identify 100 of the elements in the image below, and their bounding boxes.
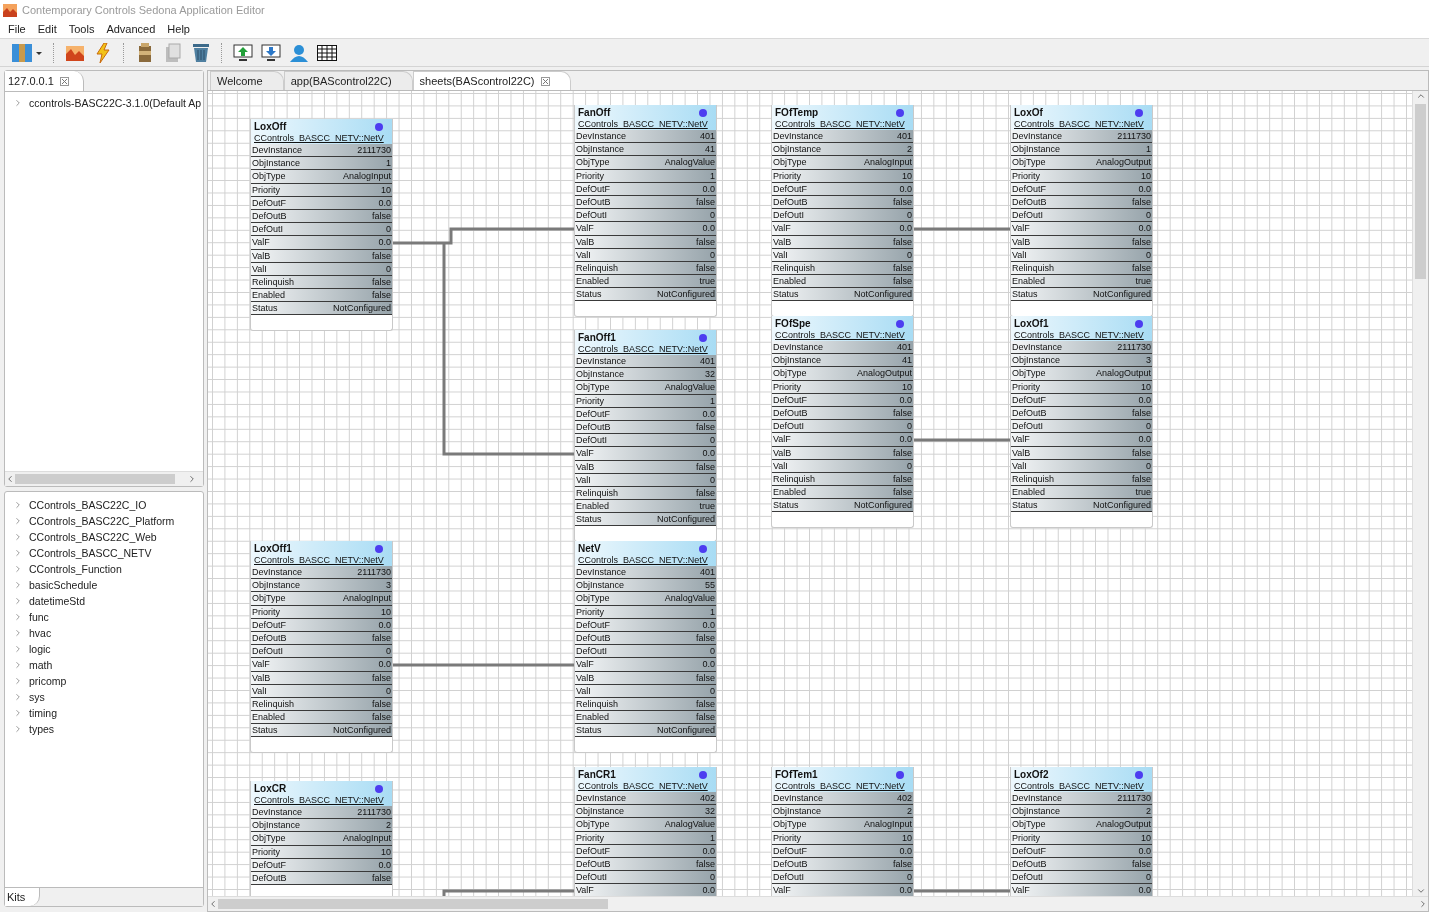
tree-item[interactable]: basicSchedule bbox=[29, 578, 98, 591]
menu-item[interactable]: Tools bbox=[62, 23, 101, 35]
property-label: ObjInstance bbox=[252, 820, 301, 831]
tree-item[interactable]: CControls_BASC22C_Platform bbox=[29, 514, 175, 527]
property-value: false bbox=[1132, 262, 1151, 273]
tree-item[interactable]: CControls_BASCC_NETV bbox=[29, 546, 152, 559]
menu-item[interactable]: File bbox=[2, 23, 32, 35]
property-label: ObjInstance bbox=[773, 144, 822, 155]
horizontal-scrollbar[interactable] bbox=[208, 896, 1428, 911]
editor-tab[interactable]: Welcome bbox=[210, 71, 284, 90]
component-block[interactable] bbox=[574, 330, 717, 543]
component-block[interactable] bbox=[771, 105, 914, 318]
expand-icon[interactable] bbox=[13, 531, 23, 542]
expand-icon[interactable] bbox=[13, 97, 23, 108]
tree-item[interactable]: ccontrols-BASC22C-3.1.0(Default Ap bbox=[29, 96, 202, 109]
property-label: ObjInstance bbox=[1012, 144, 1061, 155]
component-block[interactable] bbox=[574, 105, 717, 318]
component-block[interactable] bbox=[250, 119, 393, 332]
scroll-right-icon[interactable] bbox=[187, 474, 197, 484]
vertical-scrollbar[interactable] bbox=[1412, 91, 1428, 896]
tree-item[interactable]: timing bbox=[29, 706, 57, 719]
expand-icon[interactable] bbox=[13, 691, 23, 702]
tree-item[interactable]: CControls_Function bbox=[29, 562, 122, 575]
close-icon[interactable] bbox=[540, 76, 550, 86]
property-label: Priority bbox=[1012, 381, 1040, 392]
component-block[interactable]: LoxOf2 CControls_BASCC_NETV::NetV DevInstance 2111730 ObjInstance 2 ObjType AnalogOutput Priority 10 DefOutF 0.0 DefOutB false DefOutI 0 ValF 0.0 bbox=[1010, 767, 1153, 896]
property-value: 0 bbox=[1146, 460, 1151, 471]
component-block[interactable]: LoxCR CControls_BASCC_NETV::NetV DevInstance 2111730 ObjInstance 2 ObjType AnalogInput Priority 10 DefOutF 0.0 DefOutB false bbox=[250, 781, 393, 896]
scroll-left-icon[interactable] bbox=[208, 899, 218, 909]
property-value: false bbox=[372, 698, 391, 709]
scroll-thumb[interactable] bbox=[218, 899, 608, 909]
panel-tab[interactable]: Kits bbox=[5, 888, 41, 906]
tree-item[interactable]: types bbox=[29, 722, 55, 735]
expand-icon[interactable] bbox=[13, 611, 23, 622]
expand-icon[interactable] bbox=[13, 675, 23, 686]
property-value: 1 bbox=[1146, 144, 1151, 155]
property-value: false bbox=[696, 698, 715, 709]
tree-item[interactable]: math bbox=[29, 658, 53, 671]
component-block[interactable] bbox=[1010, 316, 1153, 529]
expand-icon[interactable] bbox=[13, 643, 23, 654]
upload-icon[interactable] bbox=[232, 41, 254, 64]
close-icon[interactable] bbox=[59, 76, 69, 86]
layout-button[interactable] bbox=[10, 41, 44, 64]
component-block[interactable]: FOfTem1 CControls_BASCC_NETV::NetV DevInstance 402 ObjInstance 2 ObjType AnalogInput Priority 10 DefOutF 0.0 DefOutB false DefOutI 0 ValF 0.0 bbox=[771, 767, 914, 896]
property-label: Priority bbox=[252, 184, 280, 195]
property-label: DefOutI bbox=[773, 872, 804, 883]
component-block[interactable] bbox=[1010, 105, 1153, 318]
expand-icon[interactable] bbox=[13, 627, 23, 638]
property-label: ObjType bbox=[1012, 157, 1046, 168]
tree-item[interactable]: CControls_BASC22C_Web bbox=[29, 530, 157, 543]
trash-icon[interactable] bbox=[190, 41, 212, 64]
tree-item[interactable]: logic bbox=[29, 642, 51, 655]
property-value: AnalogOutput bbox=[856, 368, 912, 379]
scroll-thumb[interactable] bbox=[1415, 104, 1426, 279]
scroll-right-icon[interactable] bbox=[1418, 899, 1428, 909]
expand-icon[interactable] bbox=[13, 707, 23, 718]
tree-item[interactable]: CControls_BASC22C_IO bbox=[29, 498, 147, 511]
expand-icon[interactable] bbox=[13, 499, 23, 510]
expand-icon[interactable] bbox=[13, 595, 23, 606]
property-value: 0.0 bbox=[1138, 885, 1151, 896]
property-value: 0.0 bbox=[899, 223, 912, 234]
tree-item[interactable]: pricomp bbox=[29, 674, 67, 687]
property-value: 0 bbox=[907, 210, 912, 221]
block-title: LoxOf1 bbox=[1014, 317, 1050, 330]
expand-icon[interactable] bbox=[13, 659, 23, 670]
property-value: 0.0 bbox=[899, 434, 912, 445]
panel-tab[interactable]: 127.0.0.1 bbox=[5, 71, 84, 91]
tree-item[interactable]: func bbox=[29, 610, 49, 623]
horizontal-scrollbar[interactable] bbox=[5, 471, 203, 486]
component-block[interactable] bbox=[250, 541, 393, 754]
property-label: ValB bbox=[252, 250, 271, 261]
scroll-left-icon[interactable] bbox=[5, 474, 15, 484]
component-block[interactable]: FanCR1 CControls_BASCC_NETV::NetV DevInstance 402 ObjInstance 32 ObjType AnalogValue Priority 1 DefOutF 0.0 DefOutB false DefOutI 0 ValF 0.0 bbox=[574, 767, 717, 896]
menu-item[interactable]: Edit bbox=[31, 23, 63, 35]
menu-item[interactable]: Help bbox=[161, 23, 196, 35]
diagram-canvas[interactable] bbox=[208, 91, 1412, 896]
component-block[interactable] bbox=[771, 316, 914, 529]
tree-item[interactable]: sys bbox=[29, 690, 45, 703]
property-label: Enabled bbox=[252, 290, 286, 301]
property-value: 0.0 bbox=[378, 619, 391, 630]
property-label: DevInstance bbox=[576, 793, 627, 804]
tree-item[interactable]: datetimeStd bbox=[29, 594, 86, 607]
property-value: false bbox=[1132, 236, 1151, 247]
status-dot bbox=[699, 545, 707, 553]
download-icon[interactable] bbox=[260, 41, 282, 64]
editor-tab[interactable]: sheets(BAScontrol22C) bbox=[412, 71, 571, 90]
property-label: ObjType bbox=[1012, 368, 1046, 379]
expand-icon[interactable] bbox=[13, 547, 23, 558]
scroll-thumb[interactable] bbox=[15, 474, 175, 484]
menu-item[interactable]: Advanced bbox=[100, 23, 162, 35]
expand-icon[interactable] bbox=[13, 515, 23, 526]
scroll-up-icon[interactable] bbox=[1415, 91, 1426, 101]
tree-item[interactable]: hvac bbox=[29, 626, 52, 639]
property-label: ObjInstance bbox=[576, 806, 625, 817]
expand-icon[interactable] bbox=[13, 723, 23, 734]
component-block[interactable] bbox=[574, 541, 717, 754]
expand-icon[interactable] bbox=[13, 579, 23, 590]
scroll-down-icon[interactable] bbox=[1415, 886, 1426, 896]
editor-tab[interactable]: app(BAScontrol22C) bbox=[283, 71, 413, 90]
expand-icon[interactable] bbox=[13, 563, 23, 574]
